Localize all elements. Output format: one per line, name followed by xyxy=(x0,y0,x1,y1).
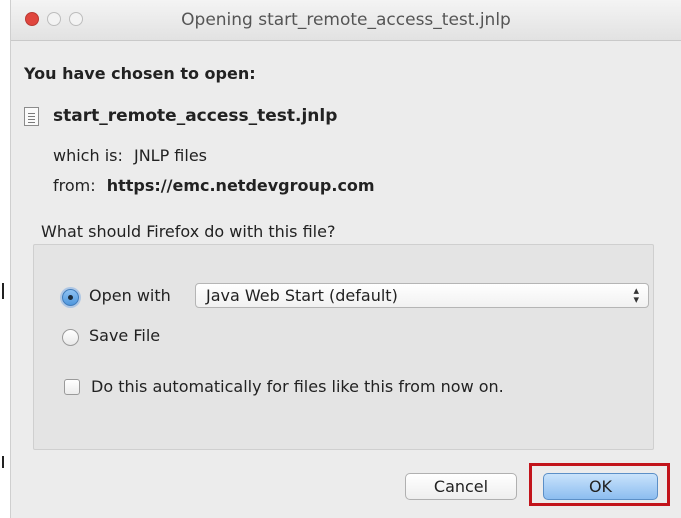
auto-action-checkbox[interactable] xyxy=(64,379,80,395)
title-bar[interactable]: Opening start_remote_access_test.jnlp xyxy=(11,0,681,41)
auto-action-label[interactable]: Do this automatically for files like thi… xyxy=(91,377,504,396)
open-with-selected-app: Java Web Start (default) xyxy=(206,286,398,305)
window-title: Opening start_remote_access_test.jnlp xyxy=(181,10,511,30)
save-file-label[interactable]: Save File xyxy=(89,326,160,345)
action-options-group xyxy=(33,244,654,450)
dialog-heading: You have chosen to open: xyxy=(24,64,256,83)
save-file-radio[interactable] xyxy=(62,329,79,346)
file-type-label: which is: xyxy=(53,146,123,165)
ok-button[interactable]: OK xyxy=(543,473,658,500)
edge-mark xyxy=(2,456,4,468)
file-source-label: from: xyxy=(53,176,96,195)
file-type-row: which is: JNLP files xyxy=(53,146,207,165)
file-type-value: JNLP files xyxy=(133,146,208,165)
cancel-button[interactable]: Cancel xyxy=(405,473,517,500)
edge-mark xyxy=(2,283,4,299)
document-icon xyxy=(24,107,39,126)
file-source-row: from: https://emc.netdevgroup.com xyxy=(53,176,375,195)
open-with-label[interactable]: Open with xyxy=(89,286,171,305)
background-window-edge xyxy=(0,0,10,518)
open-with-select[interactable]: Java Web Start (default) ▴ ▾ xyxy=(195,283,649,308)
open-with-radio[interactable] xyxy=(62,289,79,306)
file-name: start_remote_access_test.jnlp xyxy=(53,106,338,126)
up-down-arrows-icon: ▴ ▾ xyxy=(633,284,639,306)
action-question: What should Firefox do with this file? xyxy=(41,222,336,241)
file-source-value: https://emc.netdevgroup.com xyxy=(106,176,375,195)
